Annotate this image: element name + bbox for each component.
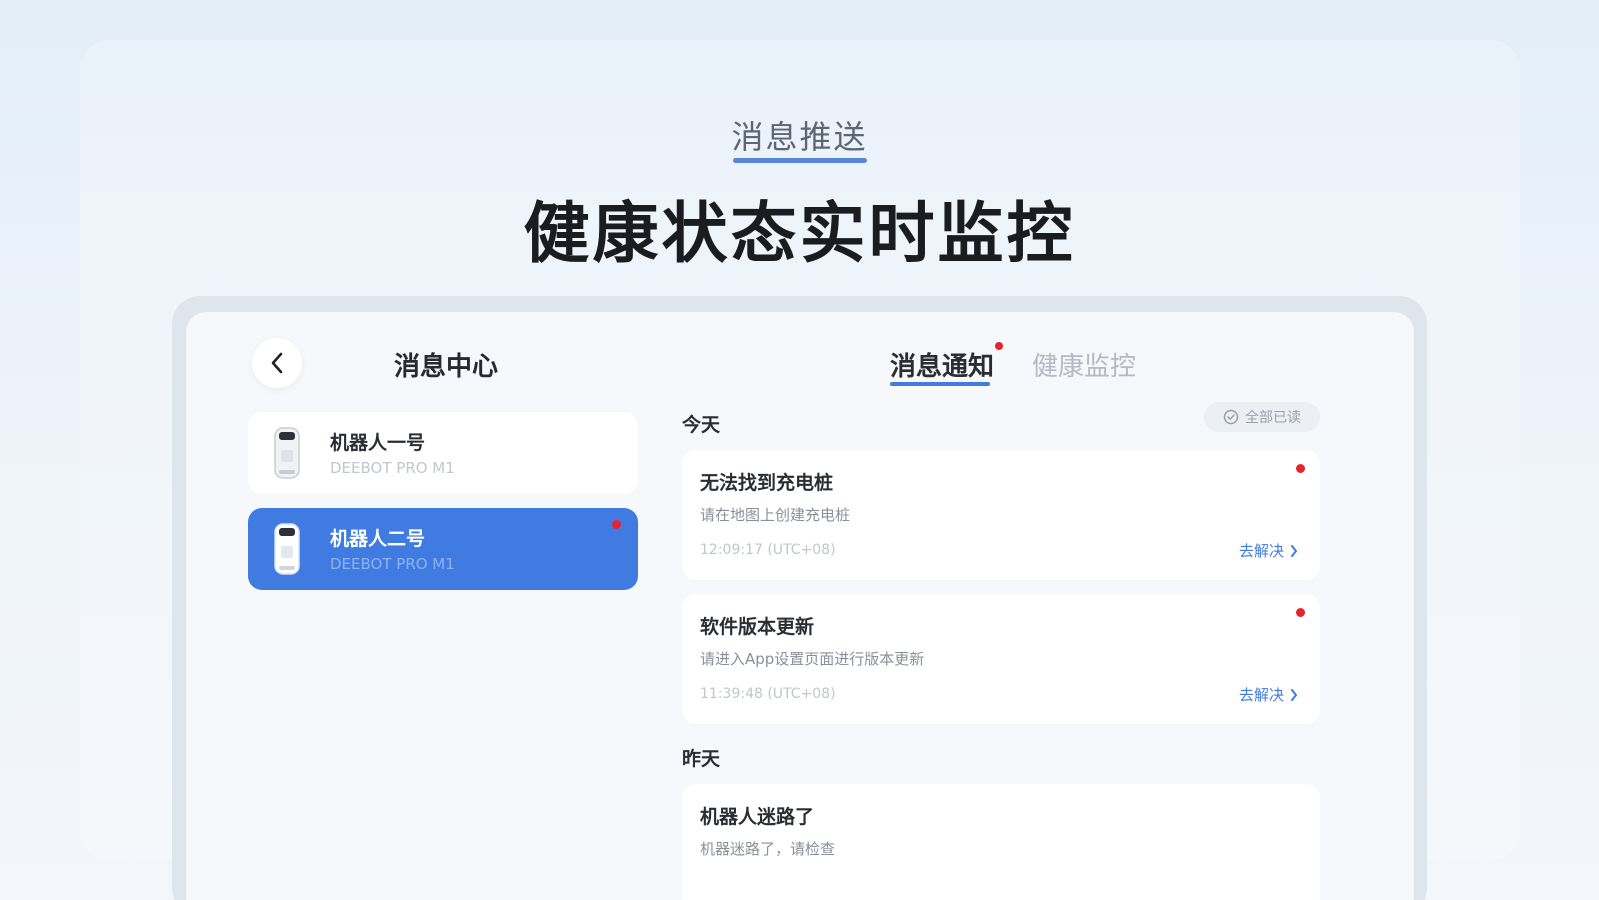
robot-device-icon — [274, 523, 300, 575]
section-label-today: 今天 — [682, 414, 721, 436]
robot-item-1[interactable]: 机器人一号 DEEBOT PRO M1 — [248, 412, 638, 494]
robot-name: 机器人二号 — [330, 528, 426, 550]
chevron-right-icon — [1291, 688, 1298, 701]
resolve-label: 去解决 — [1238, 542, 1284, 560]
message-card[interactable]: 机器人迷路了 机器迷路了，请检查 — [682, 784, 1320, 900]
message-title: 软件版本更新 — [700, 616, 815, 638]
chevron-left-icon — [271, 352, 283, 374]
message-card[interactable]: 软件版本更新 请进入App设置页面进行版本更新 11:39:48 (UTC+08… — [682, 594, 1320, 724]
robot-item-2[interactable]: 机器人二号 DEEBOT PRO M1 — [248, 508, 638, 590]
mark-all-read-button[interactable]: 全部已读 — [1204, 402, 1320, 432]
message-title: 机器人迷路了 — [700, 806, 815, 828]
hero-kicker: 消息推送 — [731, 118, 868, 156]
resolve-link[interactable]: 去解决 — [1239, 540, 1298, 561]
unread-dot — [1296, 608, 1305, 617]
message-time: 11:39:48 (UTC+08) — [700, 686, 836, 702]
hero-headline: 健康状态实时监控 — [523, 195, 1076, 272]
tab-message-notifications[interactable]: 消息通知 — [890, 346, 994, 383]
message-time: 12:09:17 (UTC+08) — [700, 542, 836, 558]
robot-model: DEEBOT PRO M1 — [330, 555, 455, 573]
tablet-screen: 消息中心 机器人一号 DEEBOT PRO M1 机器人二号 DEEBOT PR… — [186, 312, 1414, 900]
unread-dot — [612, 520, 621, 529]
section-label-yesterday: 昨天 — [682, 748, 721, 770]
robot-model: DEEBOT PRO M1 — [330, 459, 455, 477]
robot-name: 机器人一号 — [330, 432, 426, 454]
tab-health-monitor[interactable]: 健康监控 — [1032, 346, 1136, 383]
active-tab-indicator — [890, 382, 990, 386]
tab-unread-dot — [995, 342, 1003, 350]
clear-all-icon — [1223, 409, 1239, 425]
message-card[interactable]: 无法找到充电桩 请在地图上创建充电桩 12:09:17 (UTC+08) 去解决 — [682, 450, 1320, 580]
unread-dot — [1296, 464, 1305, 473]
message-body: 请在地图上创建充电桩 — [700, 506, 851, 524]
robot-device-icon — [274, 427, 300, 479]
chevron-right-icon — [1291, 544, 1298, 557]
message-body: 请进入App设置页面进行版本更新 — [700, 650, 925, 668]
back-button[interactable] — [252, 338, 302, 388]
message-body: 机器迷路了，请检查 — [700, 840, 836, 858]
resolve-label: 去解决 — [1238, 686, 1284, 704]
message-title: 无法找到充电桩 — [700, 472, 834, 494]
resolve-link[interactable]: 去解决 — [1239, 684, 1298, 705]
message-center-title: 消息中心 — [394, 352, 499, 382]
mark-all-read-label: 全部已读 — [1245, 410, 1301, 426]
hero-kicker-underline — [733, 158, 867, 163]
